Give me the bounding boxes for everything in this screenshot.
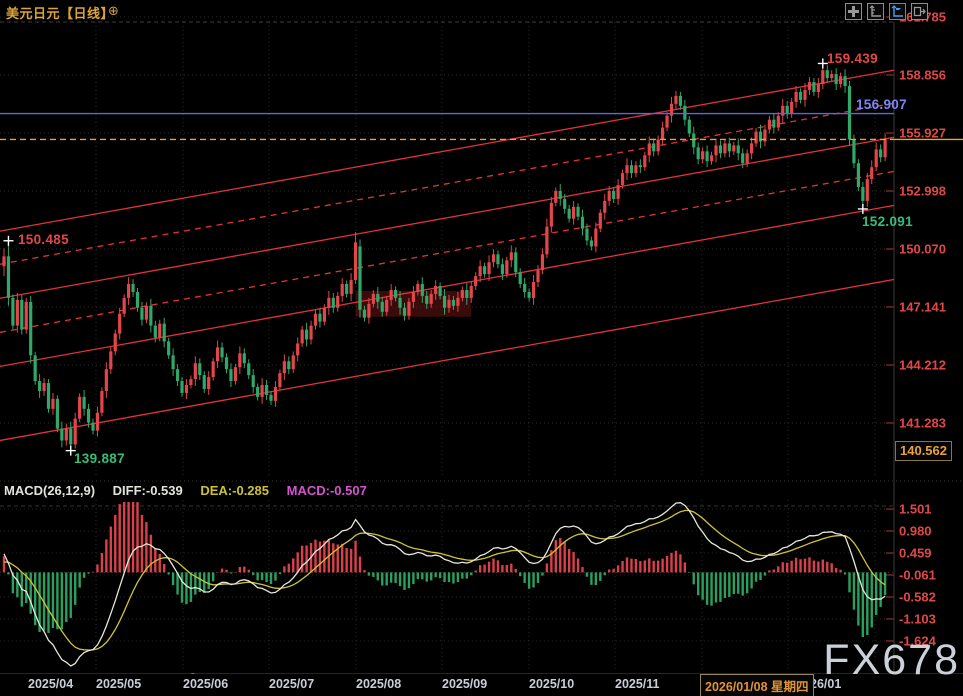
macd-tick-label: 0.980 xyxy=(899,524,932,539)
price-tick-label: 150.070 xyxy=(899,241,946,256)
add-indicator-icon[interactable]: ⊕ xyxy=(108,3,119,19)
macd-tick-label: 1.501 xyxy=(899,502,932,517)
candlestick-chart-canvas[interactable]: 161.785158.856155.927152.998150.070147.1… xyxy=(0,0,963,696)
macd-tick-label: -0.061 xyxy=(899,567,936,582)
date-axis: 2026/01/08 星期四 26/01 2025/042025/052025/… xyxy=(0,674,963,696)
month-label: 2025/04 xyxy=(28,677,73,691)
anchor-cross-marker[interactable] xyxy=(3,236,13,246)
month-label: 2025/06 xyxy=(183,677,228,691)
macd-tick-label: -0.582 xyxy=(899,589,936,604)
macd-diff-value: DIFF:-0.539 xyxy=(113,483,183,498)
macd-tick-label: 0.459 xyxy=(899,546,932,561)
watermark-logo: FX678 xyxy=(823,636,960,685)
month-label: 2025/07 xyxy=(269,677,314,691)
pan-icon[interactable] xyxy=(845,3,862,20)
month-label: 2025/11 xyxy=(615,677,660,691)
month-label: 2025/10 xyxy=(529,677,574,691)
price-tick-label: 158.856 xyxy=(899,68,946,83)
candles xyxy=(2,63,886,450)
chart-toolbar xyxy=(845,3,928,20)
price-tick-label: 144.212 xyxy=(899,357,946,372)
macd-legend: MACD(26,12,9) DIFF:-0.539 DEA:-0.285 MAC… xyxy=(4,483,381,498)
month-label: 2025/05 xyxy=(96,677,141,691)
macd-tick-label: -1.103 xyxy=(899,611,936,626)
price-label-apr-high: 150.485 xyxy=(18,232,69,247)
crosshair-date-label: 2026/01/08 星期四 xyxy=(700,674,814,696)
axis-scale-icon[interactable] xyxy=(867,3,884,20)
macd-indicator-name: MACD(26,12,9) xyxy=(4,483,95,498)
axis-marker-icon[interactable] xyxy=(889,3,906,20)
price-tick-label: 147.141 xyxy=(899,299,946,314)
price-label-jan-high: 159.439 xyxy=(827,51,878,66)
month-label: 2025/08 xyxy=(356,677,401,691)
pane-expand-icon[interactable] xyxy=(911,3,928,20)
price-label-jan-low: 152.091 xyxy=(862,214,913,229)
chart-title: 美元日元【日线】 xyxy=(6,3,114,22)
macd-macd-value: MACD:-0.507 xyxy=(287,483,367,498)
trading-chart-app: 美元日元【日线】 ⊕ 161.785158.856155.927152.9981… xyxy=(0,0,963,696)
axis-boxed-price-label: 140.562 xyxy=(895,441,952,461)
price-tick-label: 141.283 xyxy=(899,415,946,430)
price-label-blue-level: 156.907 xyxy=(856,97,907,112)
price-tick-label: 152.998 xyxy=(899,184,946,199)
channel-lines xyxy=(0,70,894,440)
price-label-apr-low: 139.887 xyxy=(74,451,125,466)
price-tick-label: 155.927 xyxy=(899,126,946,141)
macd-dea-value: DEA:-0.285 xyxy=(200,483,269,498)
anchor-cross-marker[interactable] xyxy=(858,204,868,214)
month-label: 2025/09 xyxy=(442,677,487,691)
